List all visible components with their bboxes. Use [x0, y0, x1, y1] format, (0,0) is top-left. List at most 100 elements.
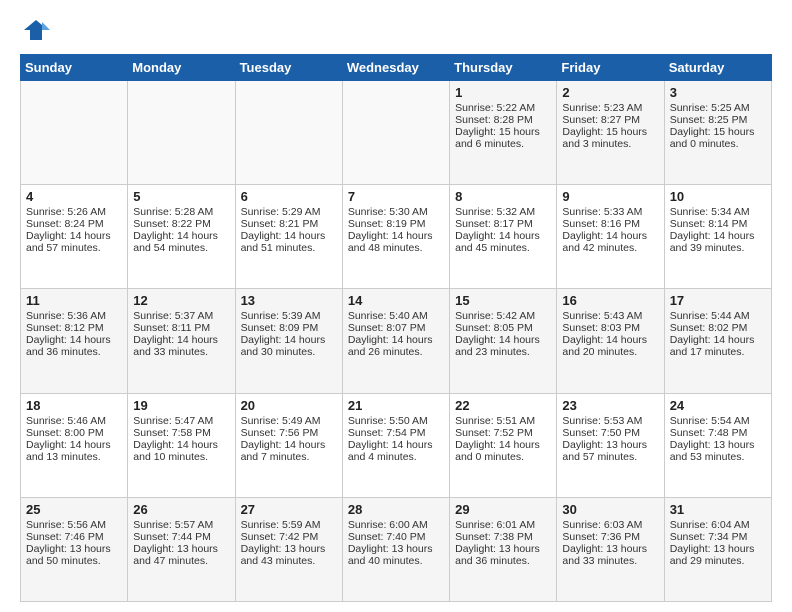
day-info: Sunset: 8:03 PM: [562, 322, 658, 334]
day-number: 30: [562, 502, 658, 517]
day-info: and 4 minutes.: [348, 451, 444, 463]
day-info: Sunrise: 5:33 AM: [562, 206, 658, 218]
day-info: Daylight: 14 hours: [348, 230, 444, 242]
day-number: 13: [241, 293, 337, 308]
calendar-cell: 11Sunrise: 5:36 AMSunset: 8:12 PMDayligh…: [21, 289, 128, 393]
day-info: Sunrise: 5:49 AM: [241, 415, 337, 427]
calendar-cell: 7 Sunrise: 5:30 AMSunset: 8:19 PMDaylight…: [342, 185, 449, 289]
day-info: Sunrise: 5:44 AM: [670, 310, 766, 322]
day-info: and 57 minutes.: [26, 242, 122, 254]
day-info: Sunset: 8:12 PM: [26, 322, 122, 334]
day-info: Daylight: 13 hours: [562, 543, 658, 555]
calendar-cell: 27Sunrise: 5:59 AMSunset: 7:42 PMDayligh…: [235, 497, 342, 601]
day-info: Sunrise: 6:00 AM: [348, 519, 444, 531]
logo: [20, 16, 50, 44]
day-number: 10: [670, 189, 766, 204]
day-info: Daylight: 13 hours: [348, 543, 444, 555]
day-number: 23: [562, 398, 658, 413]
day-info: Sunset: 7:44 PM: [133, 531, 229, 543]
day-info: and 45 minutes.: [455, 242, 551, 254]
day-info: Sunrise: 5:28 AM: [133, 206, 229, 218]
day-number: 2: [562, 85, 658, 100]
day-info: Daylight: 13 hours: [133, 543, 229, 555]
day-info: Sunset: 7:34 PM: [670, 531, 766, 543]
day-info: and 7 minutes.: [241, 451, 337, 463]
day-info: Sunrise: 5:46 AM: [26, 415, 122, 427]
day-number: 28: [348, 502, 444, 517]
day-info: Sunset: 8:19 PM: [348, 218, 444, 230]
day-info: and 10 minutes.: [133, 451, 229, 463]
calendar-cell: 3Sunrise: 5:25 AMSunset: 8:25 PMDaylight…: [664, 81, 771, 185]
day-info: Sunrise: 5:54 AM: [670, 415, 766, 427]
day-info: Daylight: 14 hours: [455, 230, 551, 242]
calendar-cell: 15Sunrise: 5:42 AMSunset: 8:05 PMDayligh…: [450, 289, 557, 393]
day-info: and 36 minutes.: [26, 346, 122, 358]
day-info: and 54 minutes.: [133, 242, 229, 254]
day-info: and 0 minutes.: [670, 138, 766, 150]
calendar-cell: 1Sunrise: 5:22 AMSunset: 8:28 PMDaylight…: [450, 81, 557, 185]
calendar-cell: [21, 81, 128, 185]
day-number: 17: [670, 293, 766, 308]
day-info: and 23 minutes.: [455, 346, 551, 358]
calendar-cell: 13Sunrise: 5:39 AMSunset: 8:09 PMDayligh…: [235, 289, 342, 393]
day-info: Sunset: 8:05 PM: [455, 322, 551, 334]
day-info: Sunrise: 5:26 AM: [26, 206, 122, 218]
calendar-week-row: 4 Sunrise: 5:26 AMSunset: 8:24 PM Daylight…: [21, 185, 772, 289]
day-info: and 53 minutes.: [670, 451, 766, 463]
day-info: and 40 minutes.: [348, 555, 444, 567]
calendar-cell: 30Sunrise: 6:03 AMSunset: 7:36 PMDayligh…: [557, 497, 664, 601]
calendar-cell: 14Sunrise: 5:40 AMSunset: 8:07 PMDayligh…: [342, 289, 449, 393]
day-number: 16: [562, 293, 658, 308]
day-number: 18: [26, 398, 122, 413]
day-number: 29: [455, 502, 551, 517]
day-info: Daylight: 13 hours: [670, 439, 766, 451]
day-info: and 47 minutes.: [133, 555, 229, 567]
day-info: Sunrise: 5:47 AM: [133, 415, 229, 427]
day-info: Sunrise: 5:23 AM: [562, 102, 658, 114]
day-info: Sunset: 7:40 PM: [348, 531, 444, 543]
day-info: Daylight: 14 hours: [670, 334, 766, 346]
day-info: Sunrise: 5:25 AM: [670, 102, 766, 114]
weekday-header: Thursday: [450, 55, 557, 81]
day-info: Sunset: 7:52 PM: [455, 427, 551, 439]
day-info: Sunrise: 5:36 AM: [26, 310, 122, 322]
calendar-cell: 12Sunrise: 5:37 AMSunset: 8:11 PMDayligh…: [128, 289, 235, 393]
day-info: and 3 minutes.: [562, 138, 658, 150]
day-info: and 57 minutes.: [562, 451, 658, 463]
day-number: 7: [348, 189, 444, 204]
calendar-cell: 31Sunrise: 6:04 AMSunset: 7:34 PMDayligh…: [664, 497, 771, 601]
day-number: 6: [241, 189, 337, 204]
day-info: and 42 minutes.: [562, 242, 658, 254]
day-number: 24: [670, 398, 766, 413]
day-info: Sunset: 7:46 PM: [26, 531, 122, 543]
calendar-week-row: 1Sunrise: 5:22 AMSunset: 8:28 PMDaylight…: [21, 81, 772, 185]
calendar-cell: 2Sunrise: 5:23 AMSunset: 8:27 PMDaylight…: [557, 81, 664, 185]
day-info: Sunrise: 5:56 AM: [26, 519, 122, 531]
day-info: Sunset: 7:58 PM: [133, 427, 229, 439]
header: [20, 16, 772, 44]
day-info: Daylight: 14 hours: [26, 439, 122, 451]
day-info: Daylight: 14 hours: [241, 334, 337, 346]
weekday-header: Sunday: [21, 55, 128, 81]
calendar-week-row: 18Sunrise: 5:46 AMSunset: 8:00 PMDayligh…: [21, 393, 772, 497]
day-number: 4: [26, 189, 122, 204]
day-number: 5: [133, 189, 229, 204]
calendar-week-row: 11Sunrise: 5:36 AMSunset: 8:12 PMDayligh…: [21, 289, 772, 393]
day-number: 3: [670, 85, 766, 100]
calendar-cell: 21Sunrise: 5:50 AMSunset: 7:54 PMDayligh…: [342, 393, 449, 497]
day-info: Sunrise: 5:57 AM: [133, 519, 229, 531]
day-info: Sunrise: 5:39 AM: [241, 310, 337, 322]
day-number: 26: [133, 502, 229, 517]
calendar-cell: 29Sunrise: 6:01 AMSunset: 7:38 PMDayligh…: [450, 497, 557, 601]
day-info: Sunrise: 5:37 AM: [133, 310, 229, 322]
day-info: Sunset: 7:54 PM: [348, 427, 444, 439]
day-info: Daylight: 15 hours: [562, 126, 658, 138]
day-info: Sunrise: 5:29 AM: [241, 206, 337, 218]
day-info: Daylight: 14 hours: [133, 230, 229, 242]
day-info: Sunset: 8:24 PM: [26, 218, 122, 230]
calendar-cell: [235, 81, 342, 185]
day-info: Sunrise: 5:34 AM: [670, 206, 766, 218]
day-info: Sunrise: 5:30 AM: [348, 206, 444, 218]
day-info: Sunset: 8:00 PM: [26, 427, 122, 439]
calendar-cell: 17Sunrise: 5:44 AMSunset: 8:02 PMDayligh…: [664, 289, 771, 393]
